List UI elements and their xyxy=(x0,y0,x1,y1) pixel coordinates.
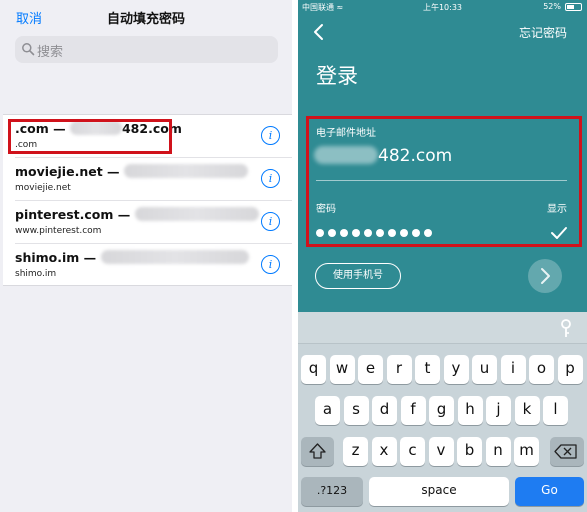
use-phone-button[interactable]: 使用手机号 xyxy=(315,263,401,289)
autofill-panel: 取消 自动填充密码 搜索 .com — 482.com .com i movie… xyxy=(0,0,292,512)
item-title: pinterest.com — xyxy=(15,207,259,222)
go-key[interactable]: Go xyxy=(515,477,584,506)
info-icon[interactable]: i xyxy=(261,169,280,188)
arrow-right-icon xyxy=(541,268,550,284)
key-f[interactable]: f xyxy=(400,396,426,425)
backspace-key[interactable] xyxy=(550,437,584,466)
info-icon[interactable]: i xyxy=(261,212,280,231)
key-b[interactable]: b xyxy=(457,437,482,466)
key-q[interactable]: q xyxy=(301,355,326,384)
info-icon[interactable]: i xyxy=(261,255,280,274)
search-icon xyxy=(22,43,35,56)
item-url: www.pinterest.com xyxy=(15,226,102,236)
key-l[interactable]: l xyxy=(543,396,568,425)
item-title: shimo.im — xyxy=(15,250,249,265)
key-h[interactable]: h xyxy=(457,396,483,425)
shift-icon xyxy=(309,443,326,459)
battery-percent: 52% xyxy=(543,2,561,11)
key-z[interactable]: z xyxy=(343,437,368,466)
item-url: shimo.im xyxy=(15,269,57,279)
list-item[interactable]: pinterest.com — www.pinterest.com i xyxy=(3,201,292,244)
key-g[interactable]: g xyxy=(429,396,454,425)
key-p[interactable]: p xyxy=(557,355,583,384)
key-t[interactable]: t xyxy=(415,355,440,384)
search-placeholder: 搜索 xyxy=(37,45,64,60)
shift-key[interactable] xyxy=(301,437,334,466)
redacted-username xyxy=(123,164,248,178)
key-w[interactable]: w xyxy=(329,355,355,384)
key-y[interactable]: y xyxy=(443,355,469,384)
key-r[interactable]: r xyxy=(386,355,412,384)
key-u[interactable]: u xyxy=(472,355,497,384)
keyboard: qwertyuiop asdfghjkl zxcvbnm .?123 space… xyxy=(298,312,587,512)
highlight-box xyxy=(306,116,582,247)
key-s[interactable]: s xyxy=(343,396,369,425)
autofill-nav-bar: 取消 自动填充密码 xyxy=(0,0,292,32)
key-k[interactable]: k xyxy=(514,396,540,425)
redacted-username xyxy=(100,250,249,264)
space-key[interactable]: space xyxy=(369,477,509,506)
key-n[interactable]: n xyxy=(485,437,511,466)
key-c[interactable]: c xyxy=(400,437,425,466)
key-x[interactable]: x xyxy=(371,437,397,466)
key-v[interactable]: v xyxy=(428,437,454,466)
back-chevron-icon[interactable] xyxy=(310,22,328,42)
key-m[interactable]: m xyxy=(514,437,539,466)
numbers-key[interactable]: .?123 xyxy=(301,477,363,506)
redacted-username xyxy=(134,207,259,221)
login-panel: 中国联通 ≈ 上午10:33 52% 忘记密码 登录 电子邮件地址 482.co… xyxy=(298,0,587,512)
key-j[interactable]: j xyxy=(486,396,511,425)
key-d[interactable]: d xyxy=(372,396,397,425)
battery-fill xyxy=(567,5,574,9)
search-input[interactable]: 搜索 xyxy=(15,36,278,63)
key-i[interactable]: i xyxy=(500,355,526,384)
battery-icon xyxy=(565,3,582,11)
item-title: moviejie.net — xyxy=(15,164,248,179)
info-icon[interactable]: i xyxy=(261,126,280,145)
page-title: 登录 xyxy=(316,64,358,88)
item-url: moviejie.net xyxy=(15,183,71,193)
status-bar: 中国联通 ≈ 上午10:33 52% xyxy=(298,0,587,14)
submit-button[interactable] xyxy=(528,259,562,293)
forgot-password-link[interactable]: 忘记密码 xyxy=(519,24,567,41)
key-a[interactable]: a xyxy=(315,396,340,425)
list-item[interactable]: shimo.im — shimo.im i xyxy=(3,244,292,287)
autofill-title: 自动填充密码 xyxy=(106,12,185,27)
backspace-icon xyxy=(554,444,577,459)
key-o[interactable]: o xyxy=(529,355,554,384)
keyboard-accessory-bar xyxy=(298,312,587,344)
highlight-box xyxy=(8,119,172,154)
key-icon[interactable] xyxy=(559,319,573,339)
key-e[interactable]: e xyxy=(358,355,383,384)
list-item[interactable]: moviejie.net — moviejie.net i xyxy=(3,158,292,201)
